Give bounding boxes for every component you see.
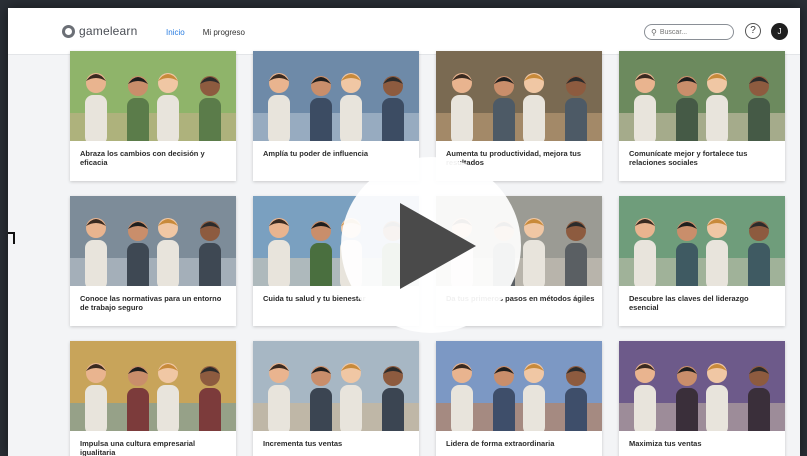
nav-item-mi-progreso[interactable]: Mi progreso (203, 28, 245, 37)
course-title[interactable]: Conoce las normativas para un entorno de… (80, 294, 230, 313)
character-figure (127, 76, 149, 141)
course-card[interactable]: Conoce las normativas para un entorno de… (70, 196, 236, 326)
course-title[interactable]: Lidera de forma extraordinaria (446, 439, 596, 448)
character-figure (382, 76, 404, 141)
gamelearn-logo[interactable]: gamelearn (62, 24, 138, 38)
course-thumbnail[interactable] (619, 341, 785, 431)
course-title[interactable]: Descubre las claves del liderazgo esenci… (629, 294, 779, 313)
search-box[interactable]: ⚲ (644, 24, 734, 40)
character-figure (451, 363, 473, 431)
course-thumbnail[interactable] (253, 51, 419, 141)
user-avatar[interactable]: J (771, 23, 788, 40)
help-button[interactable]: ? (745, 23, 761, 39)
main-nav: Inicio Mi progreso (166, 28, 245, 37)
course-illustration (70, 196, 236, 286)
course-title[interactable]: Abraza los cambios con decisión y eficac… (80, 149, 230, 168)
course-card[interactable]: Abraza los cambios con decisión y eficac… (70, 51, 236, 181)
course-thumbnail[interactable] (70, 51, 236, 141)
character-figure (634, 73, 656, 141)
course-illustration (436, 51, 602, 141)
character-figure (748, 76, 770, 141)
course-thumbnail[interactable] (436, 51, 602, 141)
character-figure (706, 363, 728, 431)
course-thumbnail[interactable] (619, 196, 785, 286)
course-thumbnail[interactable] (436, 341, 602, 431)
course-illustration (619, 341, 785, 431)
course-illustration (436, 341, 602, 431)
character-figure (634, 363, 656, 431)
play-icon (400, 203, 476, 289)
character-figure (523, 73, 545, 141)
character-figure (199, 366, 221, 431)
character-figure (127, 366, 149, 431)
character-figure (676, 76, 698, 141)
character-figure (676, 221, 698, 286)
character-figure (310, 366, 332, 431)
character-figure (706, 73, 728, 141)
character-figure (523, 363, 545, 431)
course-title[interactable]: Amplía tu poder de influencia (263, 149, 413, 158)
search-input[interactable] (659, 28, 720, 36)
course-title[interactable]: Incrementa tus ventas (263, 439, 413, 448)
character-figure (310, 76, 332, 141)
course-illustration (70, 341, 236, 431)
character-figure (493, 76, 515, 141)
character-figure (157, 73, 179, 141)
video-play-button[interactable] (341, 157, 521, 333)
character-figure (310, 221, 332, 286)
character-figure (493, 366, 515, 431)
logo-icon (62, 24, 75, 38)
character-figure (706, 218, 728, 286)
search-icon[interactable]: ⚲ (651, 28, 657, 37)
character-figure (382, 366, 404, 431)
course-illustration (70, 51, 236, 141)
character-figure (748, 366, 770, 431)
character-figure (748, 221, 770, 286)
course-card[interactable]: Impulsa una cultura empresarial igualita… (70, 341, 236, 456)
course-illustration (619, 196, 785, 286)
course-card[interactable]: Descubre las claves del liderazgo esenci… (619, 196, 785, 326)
character-figure (451, 73, 473, 141)
character-figure (85, 363, 107, 431)
course-title[interactable]: Maximiza tus ventas (629, 439, 779, 448)
character-figure (676, 366, 698, 431)
character-figure (565, 221, 587, 286)
character-figure (268, 363, 290, 431)
course-card[interactable]: Lidera de forma extraordinaria (436, 341, 602, 456)
character-figure (634, 218, 656, 286)
character-figure (340, 363, 362, 431)
character-figure (268, 218, 290, 286)
course-card[interactable]: Maximiza tus ventas (619, 341, 785, 456)
nav-item-inicio[interactable]: Inicio (166, 28, 185, 37)
logo-text: gamelearn (79, 24, 138, 38)
course-card[interactable]: Incrementa tus ventas (253, 341, 419, 456)
character-figure (199, 76, 221, 141)
character-figure (85, 73, 107, 141)
character-figure (199, 221, 221, 286)
character-figure (157, 363, 179, 431)
course-title[interactable]: Impulsa una cultura empresarial igualita… (80, 439, 230, 456)
character-figure (565, 76, 587, 141)
character-figure (85, 218, 107, 286)
character-figure (127, 221, 149, 286)
crop-marker (13, 232, 15, 244)
character-figure (268, 73, 290, 141)
character-figure (565, 366, 587, 431)
course-card[interactable]: Comunícate mejor y fortalece tus relacio… (619, 51, 785, 181)
app-window: gamelearn Inicio Mi progreso ⚲ ? J Abraz… (8, 8, 800, 456)
top-navigation-bar: gamelearn Inicio Mi progreso ⚲ ? J (8, 8, 800, 55)
character-figure (340, 73, 362, 141)
course-title[interactable]: Comunícate mejor y fortalece tus relacio… (629, 149, 779, 168)
course-illustration (253, 341, 419, 431)
course-thumbnail[interactable] (70, 196, 236, 286)
course-thumbnail[interactable] (70, 341, 236, 431)
course-illustration (253, 51, 419, 141)
character-figure (523, 218, 545, 286)
course-card[interactable]: Amplía tu poder de influencia (253, 51, 419, 181)
course-illustration (619, 51, 785, 141)
character-figure (157, 218, 179, 286)
course-thumbnail[interactable] (619, 51, 785, 141)
course-thumbnail[interactable] (253, 341, 419, 431)
